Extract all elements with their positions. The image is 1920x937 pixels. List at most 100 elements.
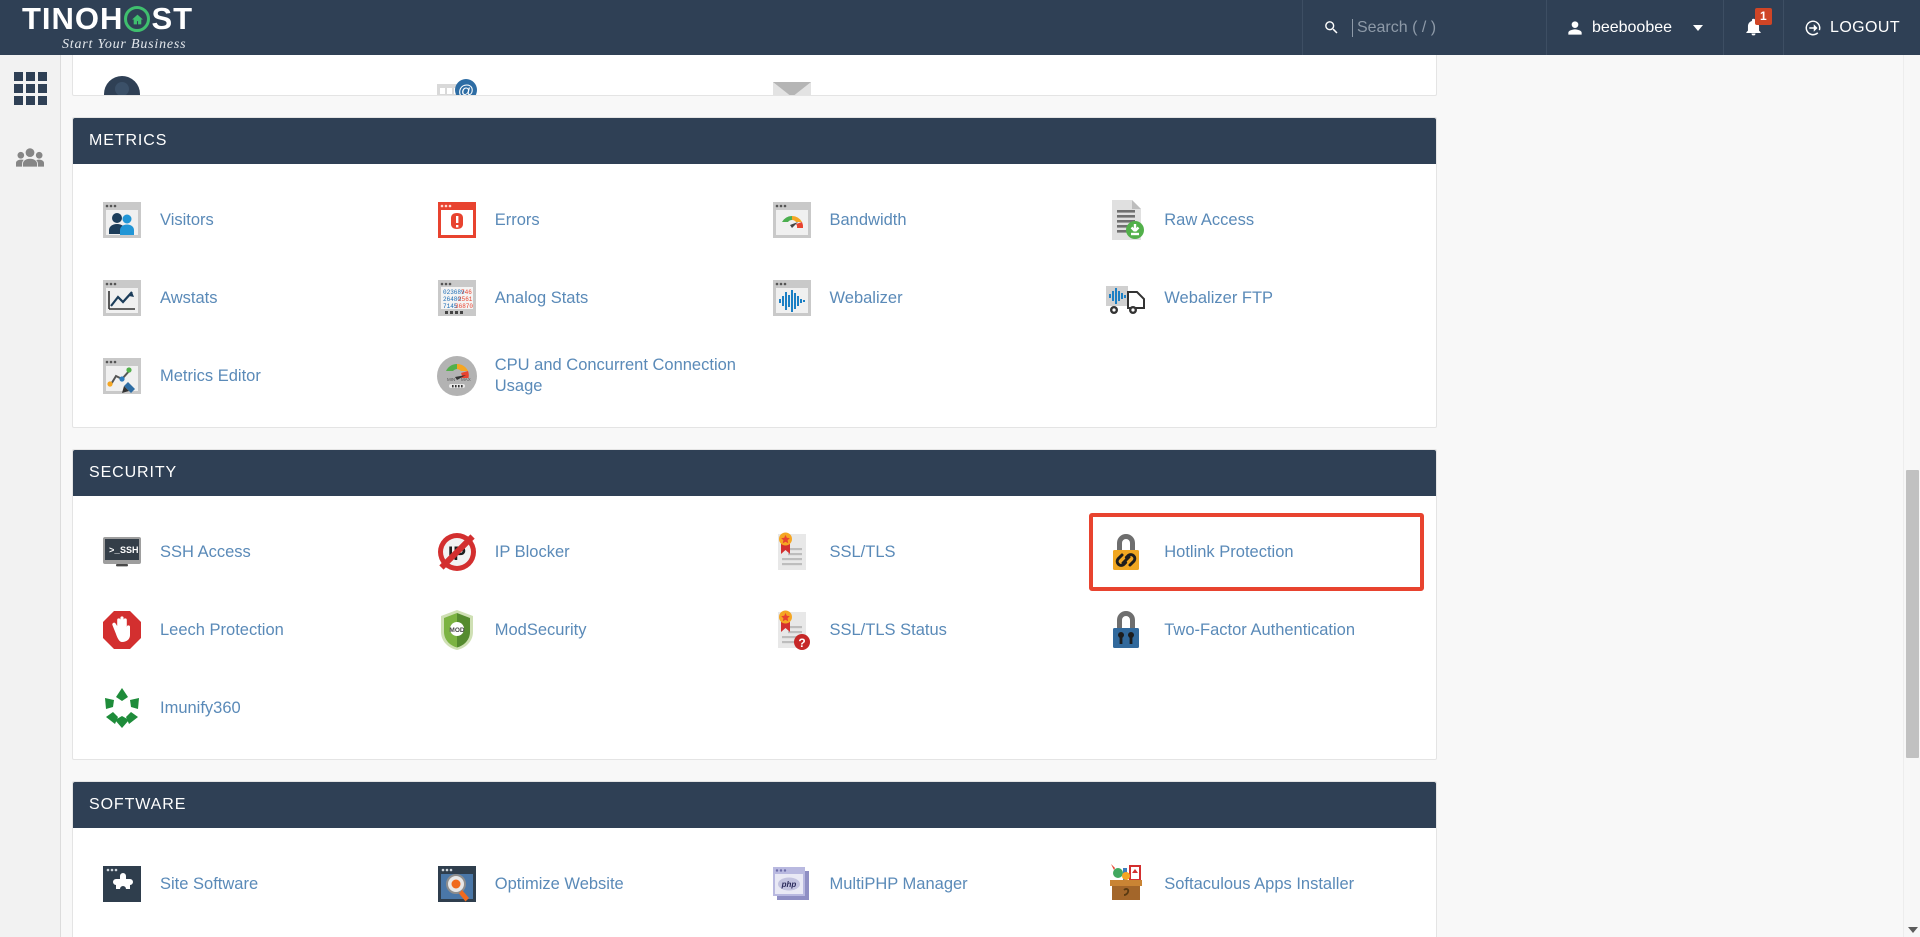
search-input[interactable] — [1351, 18, 1526, 37]
optimize-website-icon — [433, 860, 481, 908]
tile-select-php-version[interactable]: PHP Select PHP Version — [420, 923, 755, 937]
svg-text:36870: 36870 — [455, 303, 473, 310]
modsecurity-icon: MOD — [433, 606, 481, 654]
tile-label: Site Software — [160, 874, 259, 893]
tile-ssl-tls[interactable]: SSL/TLS — [755, 513, 1090, 591]
vertical-scrollbar[interactable] — [1903, 55, 1920, 937]
tile-two-factor-auth[interactable]: Two-Factor Authentication — [1089, 591, 1424, 669]
brand-name-part2: ST — [151, 0, 194, 36]
tile-partial-avatar[interactable] — [85, 55, 420, 95]
ssl-tls-icon — [768, 528, 816, 576]
tile-ip-blocker[interactable]: IP IP Blocker — [420, 513, 755, 591]
svg-text:?: ? — [798, 636, 805, 650]
tile-cpu-usage[interactable]: MIN MAX CPU and Concurrent Connection Us… — [420, 337, 755, 415]
tile-modsecurity[interactable]: MOD ModSecurity — [420, 591, 755, 669]
logout-label: LOGOUT — [1830, 18, 1900, 36]
tile-metrics-editor[interactable]: Metrics Editor — [85, 337, 420, 415]
tile-label: Softaculous Apps Installer — [1164, 874, 1355, 893]
tile-site-software[interactable]: Site Software — [85, 845, 420, 923]
tile-bandwidth[interactable]: Bandwidth — [755, 181, 1090, 259]
tile-partial-forwarder[interactable] — [755, 55, 1090, 95]
section-card-software: SOFTWARE Site Software Optimize Website … — [72, 781, 1437, 937]
tile-label: ModSecurity — [494, 620, 587, 639]
avatar-icon — [98, 70, 146, 95]
sections-container: @ METRICS Visitors Errors Bandwidth Raw … — [72, 55, 1437, 937]
username-label: beeboobee — [1591, 18, 1673, 36]
svg-text:2561: 2561 — [458, 296, 473, 303]
tile-partial-email[interactable]: @ — [420, 55, 755, 95]
section-body-metrics: Visitors Errors Bandwidth Raw Access Aws… — [73, 164, 1436, 427]
forwarder-icon — [768, 70, 816, 95]
tile-label: CPU and Concurrent Connection Usage — [494, 356, 736, 395]
tile-label: MultiPHP Manager — [829, 874, 968, 893]
tile-label: IP Blocker — [494, 542, 570, 561]
tile-label: SSH Access — [160, 542, 251, 561]
webalizer-ftp-icon — [1102, 274, 1150, 322]
hotlink-protection-icon — [1102, 528, 1150, 576]
raw-access-icon — [1102, 196, 1150, 244]
svg-text:php: php — [780, 880, 796, 889]
search-container[interactable] — [1301, 0, 1547, 55]
tile-label: Leech Protection — [160, 620, 284, 639]
brand-house-icon — [124, 6, 151, 32]
chevron-down-icon — [1693, 24, 1704, 31]
tile-errors[interactable]: Errors — [420, 181, 755, 259]
notifications-button[interactable]: 1 — [1724, 0, 1785, 55]
tile-imunify360[interactable]: Imunify360 — [85, 669, 420, 747]
user-icon — [1568, 20, 1582, 35]
tile-webalizer-ftp[interactable]: Webalizer FTP — [1089, 259, 1424, 337]
logout-button[interactable]: LOGOUT — [1784, 0, 1920, 55]
tile-webalizer[interactable]: Webalizer — [755, 259, 1090, 337]
ssl-tls-status-icon: ? — [768, 606, 816, 654]
user-menu-button[interactable]: beeboobee — [1547, 0, 1725, 55]
tile-awstats[interactable]: Awstats — [85, 259, 420, 337]
webalizer-icon — [768, 274, 816, 322]
svg-text:MAX: MAX — [461, 377, 471, 382]
tile-label: Raw Access — [1164, 210, 1255, 229]
metrics-editor-icon — [98, 352, 146, 400]
scrollbar-thumb[interactable] — [1906, 470, 1919, 758]
tile-label: Metrics Editor — [160, 366, 261, 385]
tile-optimize-website[interactable]: Optimize Website — [420, 845, 755, 923]
site-software-icon — [98, 860, 146, 908]
section-body-software: Site Software Optimize Website php Multi… — [73, 828, 1436, 937]
section-card-security: SECURITY >_ SSH SSH Access IP Blocker SS… — [72, 449, 1437, 760]
notification-badge: 1 — [1755, 8, 1772, 25]
header-spacer — [240, 0, 1302, 55]
tile-label: Optimize Website — [494, 874, 624, 893]
awstats-icon — [98, 274, 146, 322]
tile-ssl-tls-status[interactable]: ? SSL/TLS Status — [755, 591, 1090, 669]
tile-raw-access[interactable]: Raw Access — [1089, 181, 1424, 259]
tile-label: Analog Stats — [494, 288, 589, 307]
errors-icon — [433, 196, 481, 244]
tile-label: Webalizer FTP — [1164, 288, 1274, 307]
tile-hotlink-protection[interactable]: Hotlink Protection — [1089, 513, 1424, 591]
tile-analog-stats[interactable]: 023689 746 26480 2561 7145 36870 Analog … — [420, 259, 755, 337]
analog-stats-icon: 023689 746 26480 2561 7145 36870 — [433, 274, 481, 322]
users-icon — [16, 148, 44, 167]
leech-protection-icon — [98, 606, 146, 654]
tile-leech-protection[interactable]: Leech Protection — [85, 591, 420, 669]
tile-label: Hotlink Protection — [1164, 542, 1294, 561]
tile-setup-nodejs-app[interactable]: Setup Node.js App — [85, 923, 420, 937]
bandwidth-icon — [768, 196, 816, 244]
brand-name-part1: TINOH — [22, 0, 124, 36]
tile-visitors[interactable]: Visitors — [85, 181, 420, 259]
scroll-down-arrow-icon[interactable] — [1908, 927, 1918, 933]
search-icon — [1325, 21, 1338, 34]
brand-logo[interactable]: TINOH ST Start Your Business — [0, 0, 240, 55]
section-card-partial-top: @ — [72, 55, 1437, 96]
tile-label: Webalizer — [829, 288, 903, 307]
svg-text:@: @ — [458, 83, 474, 95]
tile-multiphp-manager[interactable]: php MultiPHP Manager — [755, 845, 1090, 923]
section-title-metrics: METRICS — [73, 118, 1436, 164]
multiphp-manager-icon: php — [768, 860, 816, 908]
tile-ssh-access[interactable]: >_ SSH SSH Access — [85, 513, 420, 591]
tile-label: Imunify360 — [160, 698, 241, 717]
visitors-icon — [98, 196, 146, 244]
sidebar-item-apps[interactable] — [13, 72, 47, 105]
imunify360-icon — [98, 684, 146, 732]
section-title-software: SOFTWARE — [73, 782, 1436, 828]
tile-softaculous[interactable]: Softaculous Apps Installer — [1089, 845, 1424, 923]
sidebar-item-users[interactable] — [16, 145, 44, 169]
